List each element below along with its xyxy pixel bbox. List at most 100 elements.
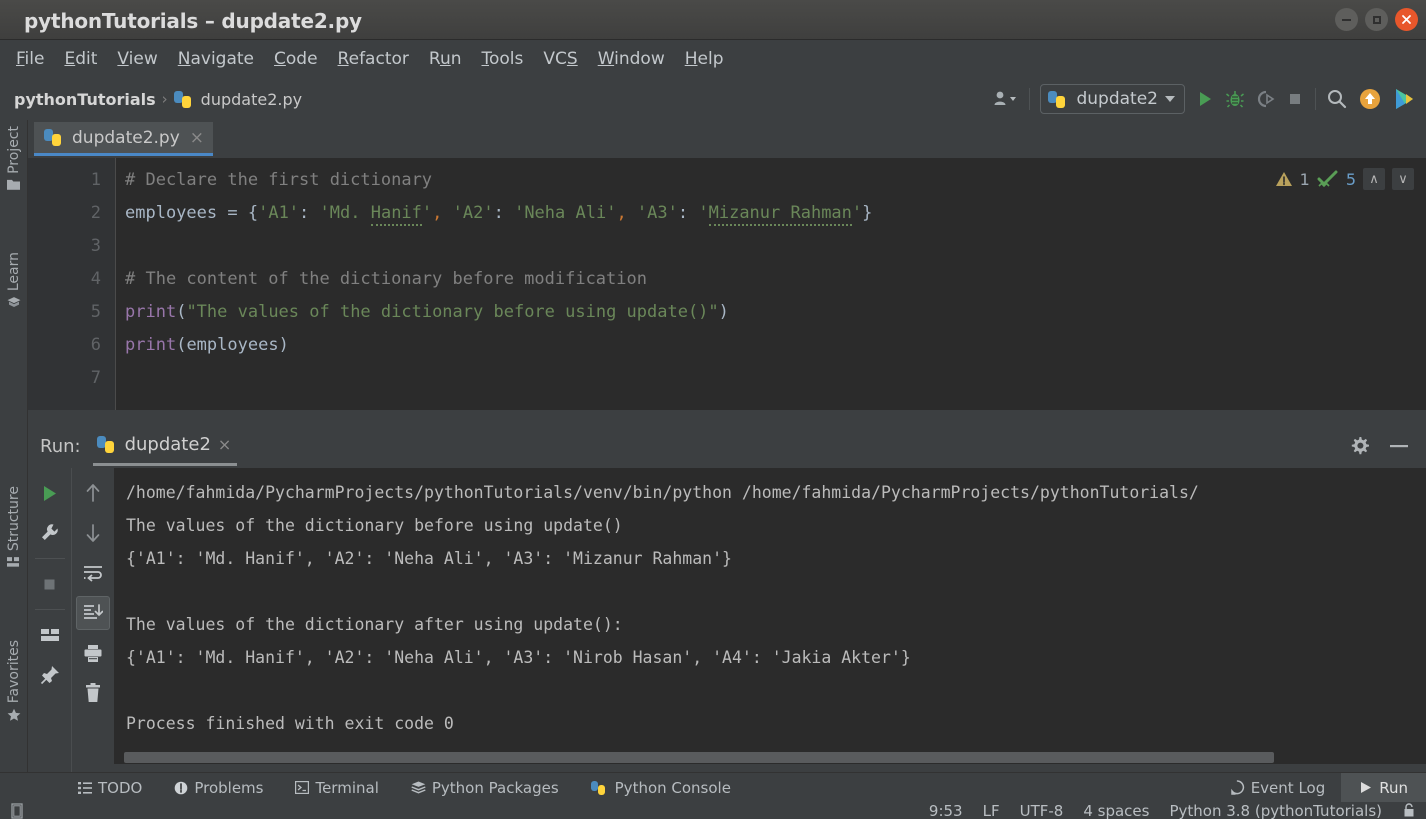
close-button[interactable] bbox=[1395, 8, 1418, 31]
run-panel-header-actions bbox=[1349, 436, 1426, 457]
code-line[interactable] bbox=[125, 362, 1426, 395]
soft-wrap-icon[interactable] bbox=[76, 556, 110, 590]
editor-gutter[interactable]: 1 2 3 4 5 6 7 bbox=[28, 158, 116, 410]
bottom-item-python-packages[interactable]: Python Packages bbox=[395, 779, 575, 797]
bottom-item-problems[interactable]: Problems bbox=[158, 779, 279, 797]
menu-refactor[interactable]: Refactor bbox=[328, 46, 419, 72]
hide-panel-icon[interactable] bbox=[1388, 443, 1410, 449]
code-line[interactable]: employees = {'A1': 'Md. Hanif', 'A2': 'N… bbox=[125, 197, 1426, 230]
sidebar-item-structure[interactable]: Structure bbox=[0, 482, 28, 571]
lock-icon[interactable] bbox=[1402, 803, 1416, 818]
bottom-item-todo[interactable]: TODO bbox=[0, 779, 158, 797]
pin-icon[interactable] bbox=[33, 658, 67, 692]
code-line[interactable]: print("The values of the dictionary befo… bbox=[125, 296, 1426, 329]
main-toolbar: dupdate2 bbox=[993, 84, 1426, 114]
indent-setting[interactable]: 4 spaces bbox=[1083, 802, 1149, 819]
menu-vcs[interactable]: VCS bbox=[533, 46, 587, 72]
caret-position[interactable]: 9:53 bbox=[929, 802, 963, 819]
print-icon[interactable] bbox=[76, 636, 110, 670]
code-line[interactable]: # Declare the first dictionary bbox=[125, 164, 1426, 197]
python-interpreter[interactable]: Python 3.8 (pythonTutorials) bbox=[1169, 802, 1382, 819]
bottom-bar-right: Event Log Run bbox=[1214, 773, 1426, 803]
console-line bbox=[126, 575, 1426, 608]
previous-highlight-button[interactable]: ∧ bbox=[1363, 168, 1385, 190]
breadcrumb-project[interactable]: pythonTutorials bbox=[14, 90, 156, 109]
ide-assistant-icon[interactable] bbox=[1392, 87, 1416, 111]
line-separator[interactable]: LF bbox=[983, 802, 1000, 819]
run-configuration-selector[interactable]: dupdate2 bbox=[1040, 84, 1185, 114]
run-console-output[interactable]: /home/fahmida/PycharmProjects/pythonTuto… bbox=[114, 468, 1426, 753]
console-line: {'A1': 'Md. Hanif', 'A2': 'Neha Ali', 'A… bbox=[126, 542, 1426, 575]
code-line[interactable] bbox=[125, 230, 1426, 263]
console-line: Process finished with exit code 0 bbox=[126, 707, 1426, 740]
settings-gear-icon[interactable] bbox=[1349, 436, 1370, 457]
scrollbar-thumb[interactable] bbox=[124, 752, 1274, 763]
breadcrumb-file[interactable]: dupdate2.py bbox=[201, 90, 302, 109]
line-number: 7 bbox=[91, 362, 101, 395]
close-tab-icon[interactable]: × bbox=[187, 128, 207, 148]
menu-view[interactable]: View bbox=[107, 46, 167, 72]
console-horizontal-scrollbar[interactable] bbox=[114, 751, 1426, 764]
menu-help[interactable]: Help bbox=[675, 46, 734, 72]
menu-run[interactable]: Run bbox=[419, 46, 472, 72]
user-accounts-icon[interactable] bbox=[993, 90, 1019, 108]
stop-button[interactable] bbox=[1285, 89, 1305, 109]
bottom-item-run[interactable]: Run bbox=[1341, 773, 1426, 803]
search-icon[interactable] bbox=[1326, 88, 1348, 110]
bottom-label-python-packages: Python Packages bbox=[432, 779, 559, 797]
up-arrow-icon[interactable] bbox=[76, 476, 110, 510]
sidebar-item-favorites[interactable]: Favorites bbox=[0, 636, 28, 725]
menu-navigate[interactable]: Navigate bbox=[168, 46, 264, 72]
wrench-icon[interactable] bbox=[33, 516, 67, 550]
sidebar-item-learn[interactable]: Learn bbox=[0, 248, 28, 312]
line-number: 2 bbox=[91, 197, 101, 230]
down-arrow-icon[interactable] bbox=[76, 516, 110, 550]
menu-tools[interactable]: Tools bbox=[472, 46, 534, 72]
sidebar-item-project[interactable]: Project bbox=[0, 122, 28, 194]
trash-icon[interactable] bbox=[76, 676, 110, 710]
code-token: Mizanur Rahman bbox=[709, 203, 852, 226]
menu-code[interactable]: Code bbox=[264, 46, 328, 72]
code-editor[interactable]: 1 2 3 4 5 6 7 # Declare the first dictio… bbox=[28, 158, 1426, 410]
scroll-to-end-icon[interactable] bbox=[76, 596, 110, 630]
code-text[interactable]: # Declare the first dictionary employees … bbox=[117, 158, 1426, 410]
folder-icon bbox=[8, 179, 21, 190]
code-token: employees bbox=[186, 335, 278, 355]
rerun-icon[interactable] bbox=[33, 476, 67, 510]
debug-button[interactable] bbox=[1225, 89, 1245, 109]
code-line[interactable]: # The content of the dictionary before m… bbox=[125, 263, 1426, 296]
close-run-tab-icon[interactable]: × bbox=[218, 435, 231, 454]
code-token: { bbox=[248, 203, 258, 223]
run-coverage-button[interactable] bbox=[1255, 89, 1275, 109]
line-number: 3 bbox=[91, 230, 101, 263]
bottom-item-python-console[interactable]: Python Console bbox=[575, 779, 747, 797]
minimize-button[interactable] bbox=[1335, 8, 1358, 31]
bottom-tool-window-bar: TODO Problems Terminal Python Packages P… bbox=[0, 772, 1426, 802]
menu-file[interactable]: File bbox=[6, 46, 54, 72]
inspection-widget[interactable]: 1 5 ∧ ∨ bbox=[1275, 168, 1414, 190]
python-icon bbox=[591, 781, 605, 795]
run-tab-label: dupdate2 bbox=[125, 434, 211, 455]
bottom-label-terminal: Terminal bbox=[315, 779, 378, 797]
menu-edit[interactable]: Edit bbox=[54, 46, 107, 72]
next-highlight-button[interactable]: ∨ bbox=[1392, 168, 1414, 190]
bottom-item-terminal[interactable]: Terminal bbox=[279, 779, 394, 797]
layout-icon[interactable] bbox=[33, 618, 67, 652]
maximize-button[interactable] bbox=[1365, 8, 1388, 31]
run-button[interactable] bbox=[1195, 89, 1215, 109]
menu-window[interactable]: Window bbox=[588, 46, 675, 72]
code-line[interactable]: print(employees) bbox=[125, 329, 1426, 362]
run-panel-label: Run: bbox=[40, 436, 81, 457]
update-project-icon[interactable] bbox=[1358, 87, 1382, 111]
console-actions-column bbox=[71, 468, 114, 772]
stop-icon[interactable] bbox=[33, 567, 67, 601]
bottom-item-event-log[interactable]: Event Log bbox=[1214, 779, 1342, 797]
code-token: # Declare the first dictionary bbox=[125, 170, 432, 190]
memory-indicator-icon[interactable] bbox=[0, 803, 25, 819]
bottom-label-run: Run bbox=[1379, 779, 1408, 797]
editor-tab-dupdate2[interactable]: dupdate2.py × bbox=[34, 122, 213, 156]
warning-icon bbox=[1275, 171, 1293, 188]
terminal-icon bbox=[295, 781, 309, 794]
file-encoding[interactable]: UTF-8 bbox=[1020, 802, 1064, 819]
run-tab-dupdate2[interactable]: dupdate2 × bbox=[93, 426, 238, 466]
